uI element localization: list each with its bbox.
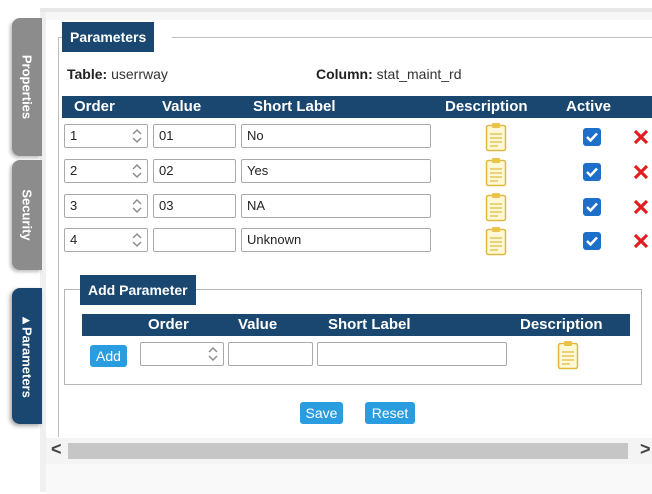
short-label-text: Yes: [247, 163, 269, 178]
active-checkbox[interactable]: [583, 232, 601, 250]
short-label-text: Unknown: [247, 232, 302, 247]
scroll-left-arrow[interactable]: <: [51, 439, 62, 460]
spinner-icon[interactable]: [129, 231, 145, 249]
order-value: 3: [70, 198, 78, 213]
short-label-field[interactable]: Yes: [241, 159, 431, 183]
active-checkbox[interactable]: [583, 163, 601, 181]
short-label-field[interactable]: NA: [241, 194, 431, 218]
add-header-description: Description: [520, 316, 603, 333]
active-checkbox[interactable]: [583, 198, 601, 216]
order-stepper[interactable]: 3: [64, 194, 148, 218]
scrollbar-thumb[interactable]: [68, 443, 628, 459]
add-button[interactable]: Add: [90, 345, 127, 367]
add-header-order: Order: [148, 316, 189, 333]
add-value-field[interactable]: [228, 342, 313, 366]
delete-icon[interactable]: [632, 198, 650, 216]
tab-parameters[interactable]: ▲Parameters: [12, 288, 42, 424]
spinner-icon[interactable]: [129, 197, 145, 215]
parameters-table-header: Order Value Short Label Description Acti…: [62, 96, 652, 118]
add-parameter-title: Add Parameter: [80, 275, 196, 305]
spinner-icon[interactable]: [205, 345, 221, 363]
column-label: Column:: [316, 66, 373, 82]
spinner-icon[interactable]: [129, 127, 145, 145]
clipboard-icon[interactable]: [485, 192, 507, 222]
table-info: Table: userrway: [67, 66, 168, 82]
tab-security-label: Security: [19, 189, 35, 241]
order-stepper[interactable]: 1: [64, 124, 148, 148]
clipboard-icon[interactable]: [485, 122, 507, 152]
tab-security[interactable]: Security: [12, 160, 42, 270]
short-label-text: No: [247, 128, 264, 143]
header-short-label: Short Label: [253, 98, 336, 115]
short-label-field[interactable]: Unknown: [241, 228, 431, 252]
tab-properties-label: Properties: [19, 54, 35, 120]
active-checkbox[interactable]: [583, 128, 601, 146]
add-header-value: Value: [238, 316, 278, 333]
add-order-stepper[interactable]: [140, 342, 224, 366]
order-value: 4: [70, 232, 78, 247]
column-info: Column: stat_maint_rd: [316, 66, 461, 82]
clipboard-icon[interactable]: [485, 226, 507, 256]
tab-properties[interactable]: Properties: [12, 18, 42, 156]
short-label-field[interactable]: No: [241, 124, 431, 148]
value-field[interactable]: [153, 228, 236, 252]
value-field[interactable]: 03: [153, 194, 236, 218]
clipboard-icon[interactable]: [557, 340, 579, 370]
parameters-panel-title: Parameters: [62, 22, 155, 52]
order-stepper[interactable]: 2: [64, 159, 148, 183]
delete-icon[interactable]: [632, 163, 650, 181]
save-button[interactable]: Save: [300, 402, 343, 424]
order-stepper[interactable]: 4: [64, 228, 148, 252]
order-value: 2: [70, 163, 78, 178]
add-parameter-header: Order Value Short Label Description: [82, 314, 630, 336]
short-label-text: NA: [247, 198, 266, 213]
spinner-icon[interactable]: [129, 162, 145, 180]
add-header-short-label: Short Label: [328, 316, 411, 333]
delete-icon[interactable]: [632, 128, 650, 146]
value-text: 01: [159, 128, 174, 143]
order-value: 1: [70, 128, 78, 143]
clipboard-icon[interactable]: [485, 157, 507, 187]
header-order: Order: [74, 98, 115, 115]
value-text: 03: [159, 198, 174, 213]
delete-icon[interactable]: [632, 232, 650, 250]
column-name: stat_maint_rd: [376, 66, 462, 82]
value-field[interactable]: 02: [153, 159, 236, 183]
header-active: Active: [566, 98, 612, 115]
value-field[interactable]: 01: [153, 124, 236, 148]
table-label: Table:: [67, 66, 108, 82]
table-name: userrway: [111, 66, 168, 82]
value-text: 02: [159, 163, 174, 178]
add-short-label-field[interactable]: [317, 342, 507, 366]
header-value: Value: [162, 98, 202, 115]
reset-button[interactable]: Reset: [365, 402, 415, 424]
tab-parameters-label: ▲Parameters: [19, 314, 35, 398]
header-description: Description: [445, 98, 528, 115]
scroll-right-arrow[interactable]: >: [640, 439, 651, 460]
